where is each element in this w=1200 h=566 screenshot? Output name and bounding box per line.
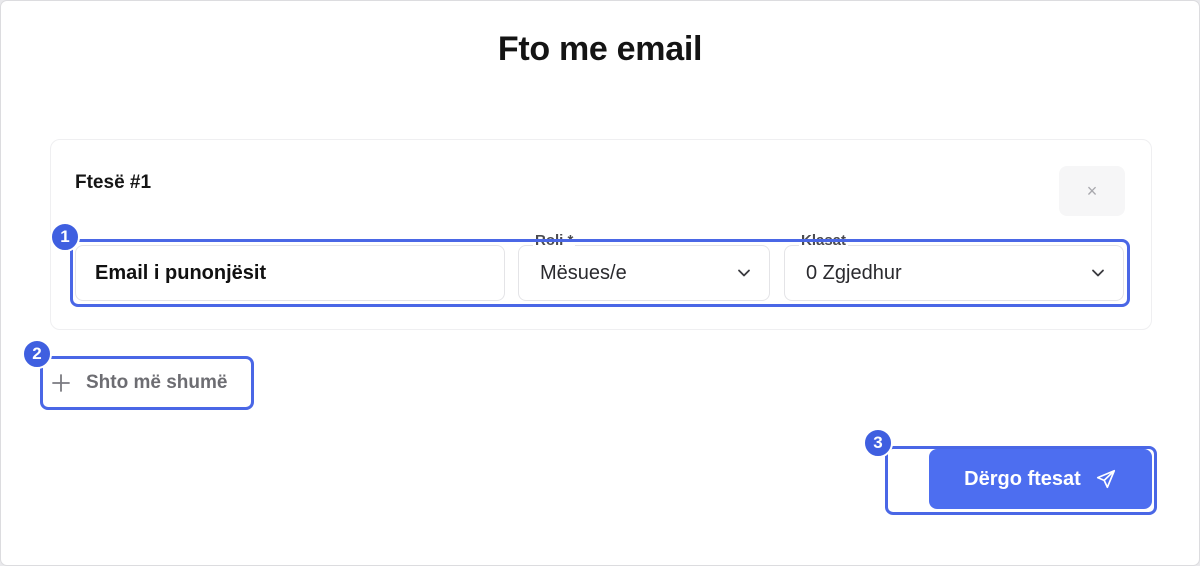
role-label: Roli *: [533, 232, 576, 250]
annotation-badge-3: 3: [863, 428, 893, 458]
send-invites-button[interactable]: Dërgo ftesat: [929, 449, 1152, 509]
classes-value: 0 Zgjedhur: [806, 261, 902, 284]
chevron-down-icon: [1091, 266, 1105, 280]
classes-select[interactable]: 0 Zgjedhur: [784, 245, 1124, 301]
add-more-label: Shto më shumë: [86, 372, 228, 393]
role-select[interactable]: Mësues/e: [518, 245, 770, 301]
role-value: Mësues/e: [540, 261, 627, 284]
chevron-down-icon: [737, 266, 751, 280]
add-more-button[interactable]: Shto më shumë: [50, 366, 227, 400]
email-field[interactable]: Email i punonjësit: [75, 245, 505, 301]
annotation-badge-1: 1: [50, 222, 80, 252]
plus-icon: [50, 372, 72, 394]
email-placeholder: Email i punonjësit: [95, 261, 267, 284]
invite-card: [50, 139, 1152, 330]
annotation-badge-2: 2: [22, 339, 52, 369]
close-icon: ×: [1086, 180, 1098, 201]
classes-label: Klasat: [799, 232, 849, 250]
invite-heading: Ftesë #1: [75, 172, 152, 193]
send-icon: [1095, 468, 1117, 490]
send-label: Dërgo ftesat: [964, 467, 1081, 490]
remove-invite-button[interactable]: ×: [1059, 166, 1125, 216]
dialog-title: Fto me email: [497, 30, 703, 68]
